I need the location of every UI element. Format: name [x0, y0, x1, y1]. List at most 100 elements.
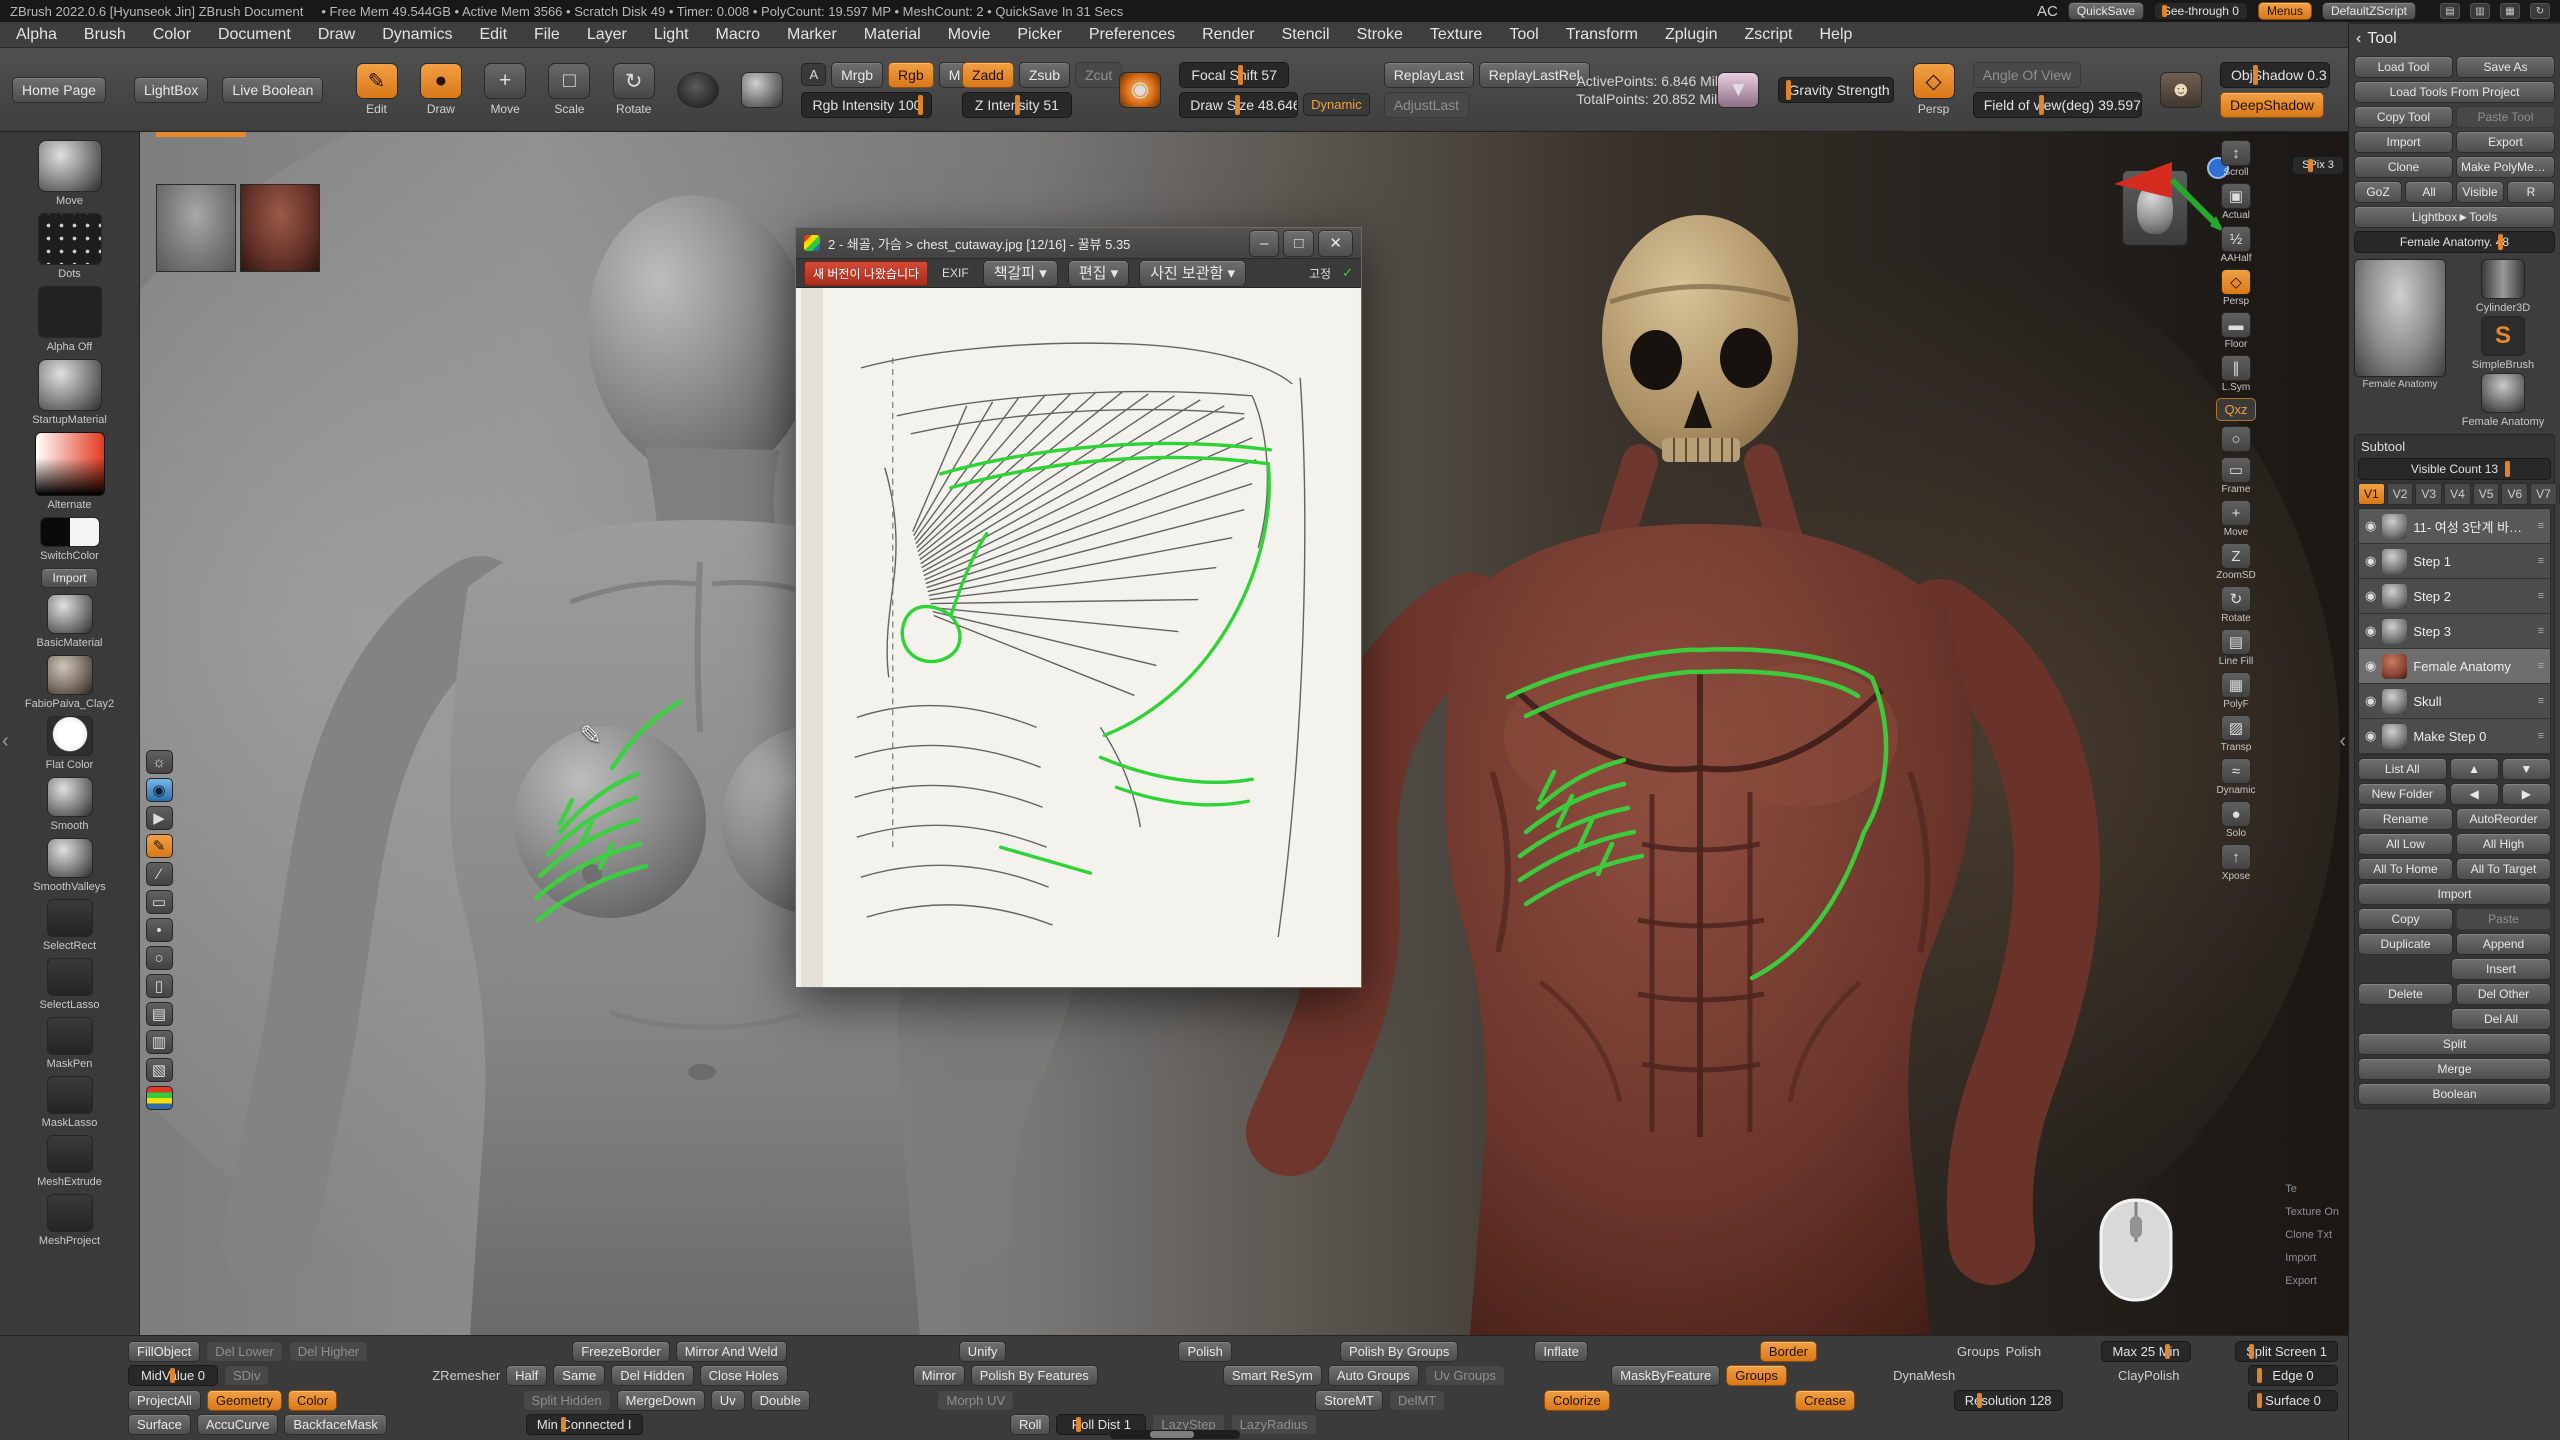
subtool-thumb[interactable]: [2382, 584, 2407, 609]
append-button[interactable]: Append: [2456, 933, 2551, 955]
eye-icon[interactable]: ◉: [2365, 693, 2376, 709]
accucurve-button[interactable]: AccuCurve: [197, 1414, 279, 1435]
autoreorder-button[interactable]: AutoReorder: [2456, 808, 2551, 830]
z-intensity-slider[interactable]: Z Intensity 51: [962, 92, 1072, 118]
del-other-button[interactable]: Del Other: [2456, 983, 2551, 1005]
dynamic-toggle[interactable]: ≈Dynamic: [2217, 758, 2255, 796]
material-thumb-flat[interactable]: Flat Color: [4, 716, 135, 771]
edit-tool[interactable]: ✎Edit: [351, 63, 401, 116]
stroke-thumb-dots-preview[interactable]: [38, 213, 102, 265]
auto-groups-button[interactable]: Auto Groups: [1328, 1365, 1419, 1386]
import-button[interactable]: Import: [2358, 883, 2551, 905]
make-polymesh3d-button[interactable]: Make PolyMesh3D: [2456, 156, 2555, 178]
collapse-chevron-icon[interactable]: ‹: [2356, 30, 2361, 48]
alpha-menu[interactable]: Alpha: [16, 26, 57, 44]
picker-menu[interactable]: Picker: [1017, 26, 1061, 44]
field-of-view-slider[interactable]: Field of view(deg) 39.59775: [1973, 92, 2142, 118]
live-boolean-button[interactable]: Live Boolean: [222, 77, 323, 103]
rotate-tool[interactable]: ↻Rotate: [609, 63, 659, 116]
nav-rotate-tool[interactable]: ↻Rotate: [2217, 586, 2255, 624]
texture-export-button[interactable]: Export: [2280, 1274, 2322, 1289]
material-menu[interactable]: Material: [864, 26, 921, 44]
surface-slider[interactable]: Surface 0: [2248, 1390, 2338, 1411]
fillobject-button[interactable]: FillObject: [128, 1341, 200, 1362]
step-1-row[interactable]: ◉Step 1≡: [2359, 544, 2550, 579]
resolution-slider[interactable]: Resolution 128: [1954, 1390, 2063, 1411]
v3-tab[interactable]: V3: [2415, 483, 2442, 505]
spix-slider[interactable]: SPix 3: [2292, 156, 2344, 175]
knife-icon[interactable]: ∕: [144, 862, 174, 886]
mergedown-button[interactable]: MergeDown: [617, 1390, 705, 1411]
half-button[interactable]: Half: [506, 1365, 547, 1386]
nav-move-tool[interactable]: +Move: [2217, 500, 2255, 538]
goz-button[interactable]: GoZ: [2354, 181, 2402, 203]
dot-icon[interactable]: •: [144, 918, 174, 942]
new-folder-button[interactable]: New Folder: [2358, 783, 2447, 805]
material-thumb-basic-preview[interactable]: [47, 594, 93, 634]
load-tool-button[interactable]: Load Tool: [2354, 56, 2453, 78]
subtool-options-icon[interactable]: ≡: [2538, 555, 2544, 567]
switchcolor-thumb[interactable]: SwitchColor: [4, 517, 135, 562]
merge-button[interactable]: Merge: [2358, 1058, 2551, 1080]
bookmark-menu[interactable]: 책갈피 ▾: [983, 260, 1058, 287]
eraser-icon[interactable]: ▭: [144, 890, 174, 914]
crease-button[interactable]: Crease: [1795, 1390, 1855, 1411]
color-picker-preview[interactable]: [35, 432, 105, 496]
help-menu[interactable]: Help: [1819, 26, 1852, 44]
edit-menu[interactable]: 편집 ▾: [1068, 260, 1129, 287]
v7-tab[interactable]: V7: [2530, 483, 2557, 505]
texture-import-button2[interactable]: Import: [2280, 1251, 2321, 1266]
photo-library-menu[interactable]: 사진 보관함 ▾: [1139, 260, 1246, 287]
print-icon[interactable]: ▤: [144, 1002, 174, 1026]
paste-button[interactable]: Paste: [2456, 908, 2551, 930]
gravity-strength-slider[interactable]: Gravity Strength 0: [1778, 77, 1895, 103]
lightbox-scroll-hint[interactable]: [156, 132, 246, 137]
brush-thumb-meshproject[interactable]: MeshProject: [4, 1194, 135, 1247]
subtool-thumb[interactable]: [2382, 514, 2407, 539]
rename-button[interactable]: Rename: [2358, 808, 2453, 830]
draw-tool[interactable]: ●Draw: [416, 63, 466, 116]
circle-icon[interactable]: ○: [144, 946, 174, 970]
layout-icon-1[interactable]: ▤: [2440, 3, 2460, 19]
subtool-thumb[interactable]: [2382, 619, 2407, 644]
tool-palette-header[interactable]: ‹ Tool: [2354, 28, 2555, 52]
scroll-tool[interactable]: ↕Scroll: [2217, 140, 2255, 178]
texture-partial-label[interactable]: Te: [2280, 1182, 2302, 1197]
mrgb-button[interactable]: Mrgb: [831, 62, 883, 88]
double-button[interactable]: Double: [751, 1390, 810, 1411]
macro-menu[interactable]: Macro: [716, 26, 760, 44]
mirror-and-weld-button[interactable]: Mirror And Weld: [676, 1341, 787, 1362]
surface-button[interactable]: Surface: [128, 1414, 191, 1435]
folder-prev-button[interactable]: ◀: [2450, 783, 2499, 805]
scale-tool[interactable]: □Scale: [544, 63, 594, 116]
geometry-button[interactable]: Geometry: [207, 1390, 282, 1411]
brush-thumb-selectrect[interactable]: SelectRect: [4, 899, 135, 952]
focal-shift-slider[interactable]: Focal Shift 57: [1179, 62, 1289, 88]
brush-thumb-move-preview[interactable]: [38, 140, 102, 192]
sdiv-button[interactable]: SDiv: [224, 1365, 269, 1386]
edge-slider[interactable]: Edge 0: [2248, 1365, 2338, 1386]
brush-thumb-meshextrude-preview[interactable]: [47, 1135, 93, 1173]
polish-by-groups-button[interactable]: Polish By Groups: [1340, 1341, 1458, 1362]
brush-thumb-masklasso[interactable]: MaskLasso: [4, 1076, 135, 1129]
delete-button[interactable]: Delete: [2358, 983, 2453, 1005]
pick-cursor-icon[interactable]: ▶: [144, 806, 174, 830]
active-tool-preview[interactable]: [2354, 259, 2446, 377]
import-button[interactable]: Import: [2354, 131, 2453, 153]
paste-tool-button[interactable]: Paste Tool: [2456, 106, 2555, 128]
axis-x-arrow[interactable]: [2114, 162, 2172, 198]
color-picker[interactable]: Alternate: [4, 432, 135, 511]
reference-thumb-ecorche[interactable]: [240, 184, 320, 272]
subtool-up-button[interactable]: ▲: [2450, 758, 2499, 780]
trash-icon[interactable]: ▯: [144, 974, 174, 998]
v5-tab[interactable]: V5: [2473, 483, 2500, 505]
brush-thumb-selectlasso[interactable]: SelectLasso: [4, 958, 135, 1011]
subtool-thumb[interactable]: [2382, 689, 2407, 714]
brush-thumb-masklasso-preview[interactable]: [47, 1076, 93, 1114]
close-holes-button[interactable]: Close Holes: [700, 1365, 788, 1386]
edit-menu[interactable]: Edit: [479, 26, 507, 44]
line-fill-toggle[interactable]: ▤Line Fill: [2217, 629, 2255, 667]
brush-thumb-maskpen[interactable]: MaskPen: [4, 1017, 135, 1070]
load-tools-from-project-button[interactable]: Load Tools From Project: [2354, 81, 2555, 103]
eye-icon[interactable]: ◉: [2365, 728, 2376, 744]
